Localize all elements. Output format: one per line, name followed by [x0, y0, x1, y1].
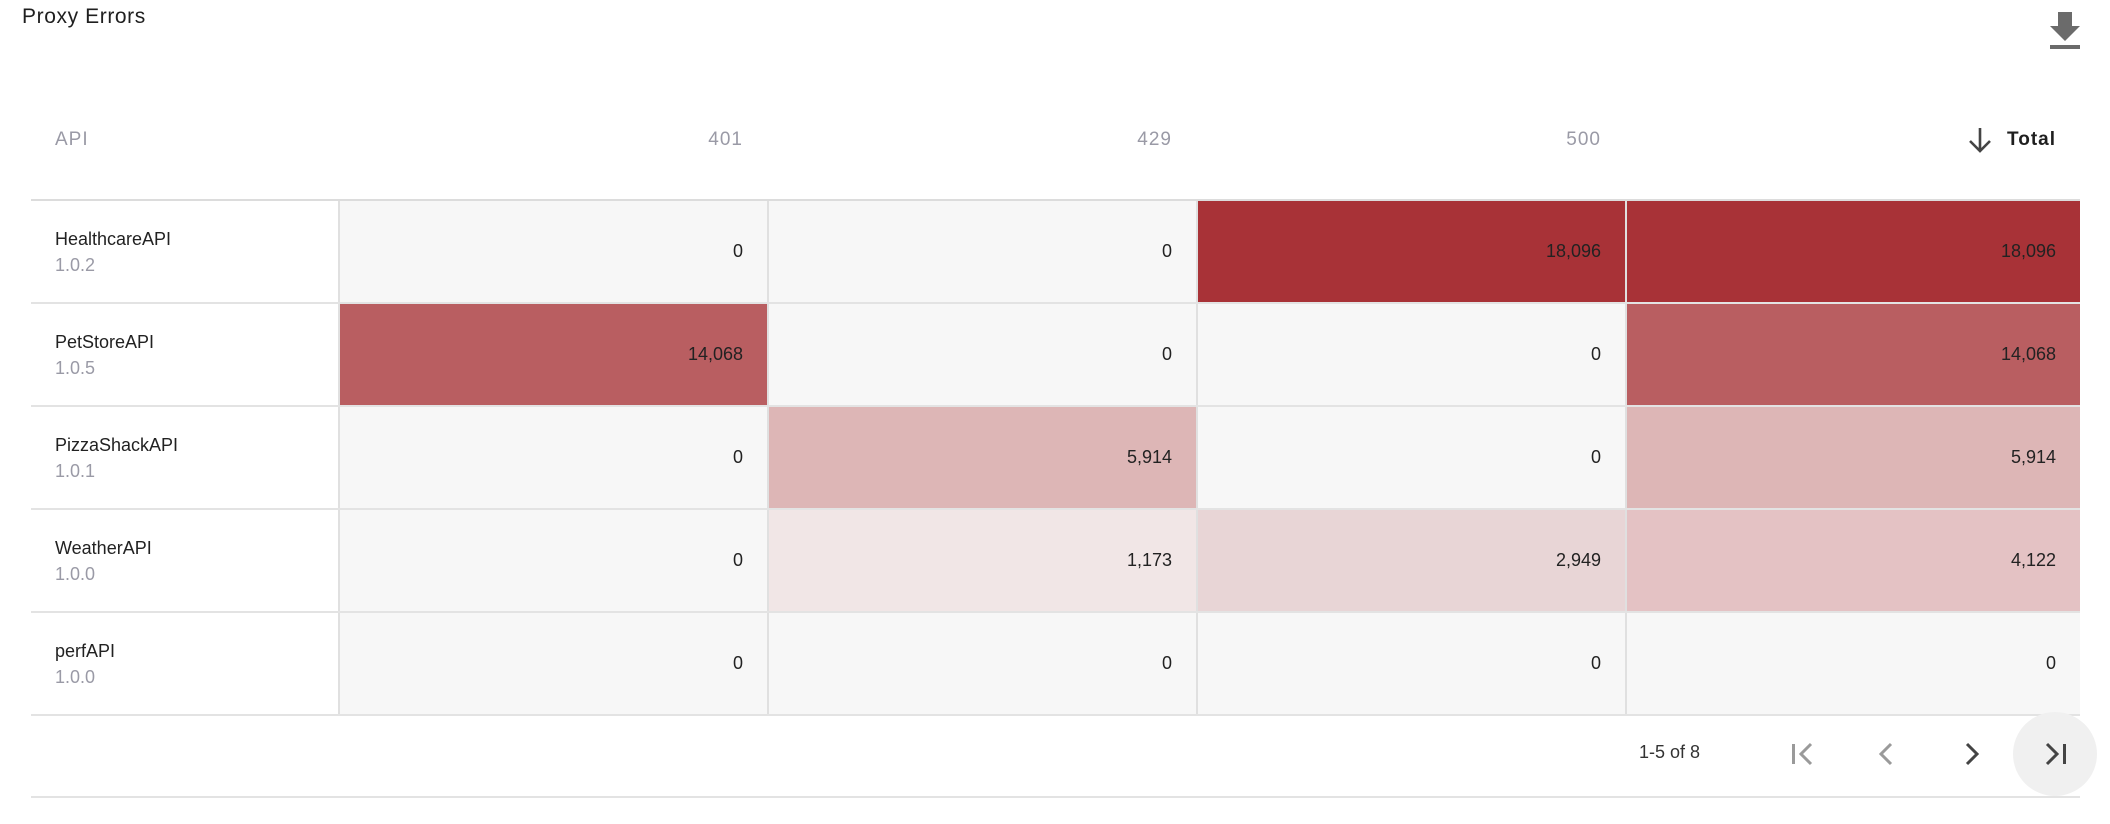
cell-500: 2,949 — [1196, 510, 1625, 611]
column-header-401[interactable]: 401 — [338, 122, 767, 199]
cell-429: 1,173 — [767, 510, 1196, 611]
chevron-left-icon — [1878, 742, 1893, 766]
table-row: perfAPI 1.0.0 0 0 0 0 — [31, 613, 2080, 716]
api-name: PizzaShackAPI — [55, 435, 179, 455]
proxy-errors-table: API 401 429 500 Total HealthcareAPI 1.0.… — [31, 122, 2080, 716]
table-row: WeatherAPI 1.0.0 0 1,173 2,949 4,122 — [31, 510, 2080, 613]
api-cell: HealthcareAPI 1.0.2 — [31, 201, 338, 302]
arrow-down-icon — [1969, 128, 1991, 153]
cell-500: 0 — [1196, 407, 1625, 508]
column-header-500[interactable]: 500 — [1196, 122, 1625, 199]
cell-429: 0 — [767, 613, 1196, 714]
api-version: 1.0.1 — [55, 461, 96, 481]
cell-401: 0 — [338, 407, 767, 508]
api-cell: perfAPI 1.0.0 — [31, 613, 338, 714]
api-name: PetStoreAPI — [55, 332, 155, 352]
table-pagination: 1-5 of 8 — [31, 712, 2097, 798]
pagination-range: 1-5 of 8 — [1639, 742, 1701, 762]
cell-500: 18,096 — [1196, 201, 1625, 302]
api-version: 1.0.5 — [55, 358, 96, 378]
previous-page-button[interactable] — [1845, 712, 1929, 796]
api-name: perfAPI — [55, 641, 116, 661]
column-header-429[interactable]: 429 — [767, 122, 1196, 199]
column-header-total[interactable]: Total — [1625, 122, 2080, 199]
cell-total: 14,068 — [1625, 304, 2080, 405]
cell-total: 18,096 — [1625, 201, 2080, 302]
last-page-icon — [2045, 742, 2066, 766]
cell-401: 14,068 — [338, 304, 767, 405]
table-row: PetStoreAPI 1.0.5 14,068 0 0 14,068 — [31, 304, 2080, 407]
cell-401: 0 — [338, 613, 767, 714]
column-header-api[interactable]: API — [55, 122, 89, 199]
table-row: HealthcareAPI 1.0.2 0 0 18,096 18,096 — [31, 201, 2080, 304]
table-header: API 401 429 500 Total — [31, 122, 2080, 201]
api-cell: PetStoreAPI 1.0.5 — [31, 304, 338, 405]
cell-401: 0 — [338, 201, 767, 302]
cell-429: 0 — [767, 304, 1196, 405]
download-icon[interactable] — [2048, 10, 2082, 50]
cell-500: 0 — [1196, 613, 1625, 714]
api-version: 1.0.0 — [55, 564, 96, 584]
next-page-button[interactable] — [1929, 712, 2013, 796]
cell-total: 4,122 — [1625, 510, 2080, 611]
api-cell: PizzaShackAPI 1.0.1 — [31, 407, 338, 508]
api-version: 1.0.2 — [55, 255, 96, 275]
page-title: Proxy Errors — [22, 5, 146, 28]
first-page-icon — [1792, 742, 1813, 766]
cell-500: 0 — [1196, 304, 1625, 405]
api-name: HealthcareAPI — [55, 229, 172, 249]
cell-401: 0 — [338, 510, 767, 611]
cell-429: 0 — [767, 201, 1196, 302]
chevron-right-icon — [1965, 742, 1980, 766]
api-version: 1.0.0 — [55, 667, 96, 687]
column-header-total-label: Total — [2007, 129, 2056, 150]
cell-total: 0 — [1625, 613, 2080, 714]
cell-429: 5,914 — [767, 407, 1196, 508]
first-page-button[interactable] — [1761, 712, 1845, 796]
last-page-button[interactable] — [2013, 712, 2097, 796]
api-name: WeatherAPI — [55, 538, 152, 558]
cell-total: 5,914 — [1625, 407, 2080, 508]
api-cell: WeatherAPI 1.0.0 — [31, 510, 338, 611]
proxy-errors-page: Proxy Errors API 401 429 500 Total Healt… — [0, 0, 2110, 824]
table-row: PizzaShackAPI 1.0.1 0 5,914 0 5,914 — [31, 407, 2080, 510]
